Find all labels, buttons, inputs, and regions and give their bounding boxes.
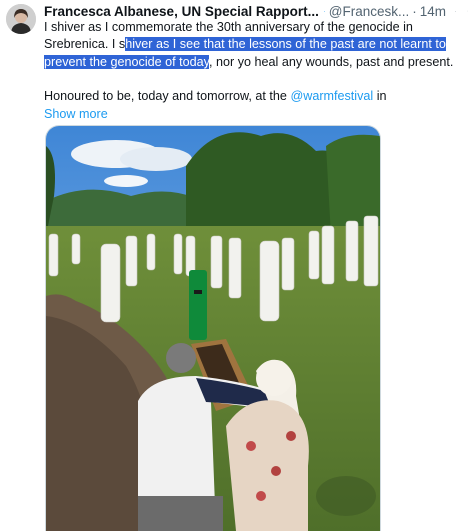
author-name[interactable]: Francesca Albanese, UN Special Rapport..…	[44, 4, 319, 19]
show-more-link[interactable]: Show more	[44, 107, 108, 121]
header-separator: ·	[412, 4, 417, 19]
more-options-icon[interactable]	[467, 3, 468, 19]
tweet-text: I shiver as I commemorate the 30th anniv…	[44, 19, 469, 123]
text-segment: Honoured to be, today and tomorrow, at t…	[44, 89, 290, 103]
author-handle[interactable]: @Francesk...	[329, 4, 409, 19]
tweet-header: Francesca Albanese, UN Special Rapport..…	[44, 2, 468, 20]
tweet: Francesca Albanese, UN Special Rapport..…	[0, 0, 474, 530]
text-segment: in	[373, 89, 386, 103]
avatar[interactable]	[6, 4, 36, 34]
tweet-paragraph-2: Honoured to be, today and tomorrow, at t…	[44, 88, 469, 123]
mention-link[interactable]: @warmfestival	[290, 89, 373, 103]
grok-icon[interactable]	[455, 4, 456, 19]
tweet-paragraph-1: I shiver as I commemorate the 30th anniv…	[44, 19, 469, 71]
verified-badge-icon	[324, 4, 325, 19]
text-segment: , nor yo heal any wounds, past and prese…	[209, 55, 453, 69]
timestamp[interactable]: 14m	[420, 4, 446, 19]
tweet-photo[interactable]	[45, 125, 381, 531]
